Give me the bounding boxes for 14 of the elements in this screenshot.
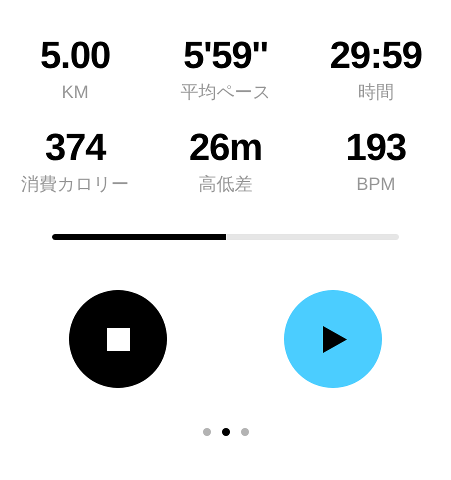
stat-label: 時間 (358, 81, 394, 104)
stat-value: 26m (188, 126, 262, 170)
stat-value: 29:59 (330, 34, 422, 78)
play-icon (323, 326, 347, 352)
stop-icon (106, 328, 130, 350)
stat-label: BPM (356, 173, 396, 196)
stat-value: 193 (346, 126, 406, 170)
stat-label: 高低差 (198, 173, 252, 196)
stat-label: 平均ペース (180, 81, 270, 104)
stat-value: 374 (44, 126, 106, 170)
stat-value: 5'59'' (183, 34, 268, 78)
stat-label: 消費カロリー (21, 173, 130, 196)
stat-value: 5.00 (40, 34, 110, 78)
stat-label: KM (62, 81, 89, 104)
